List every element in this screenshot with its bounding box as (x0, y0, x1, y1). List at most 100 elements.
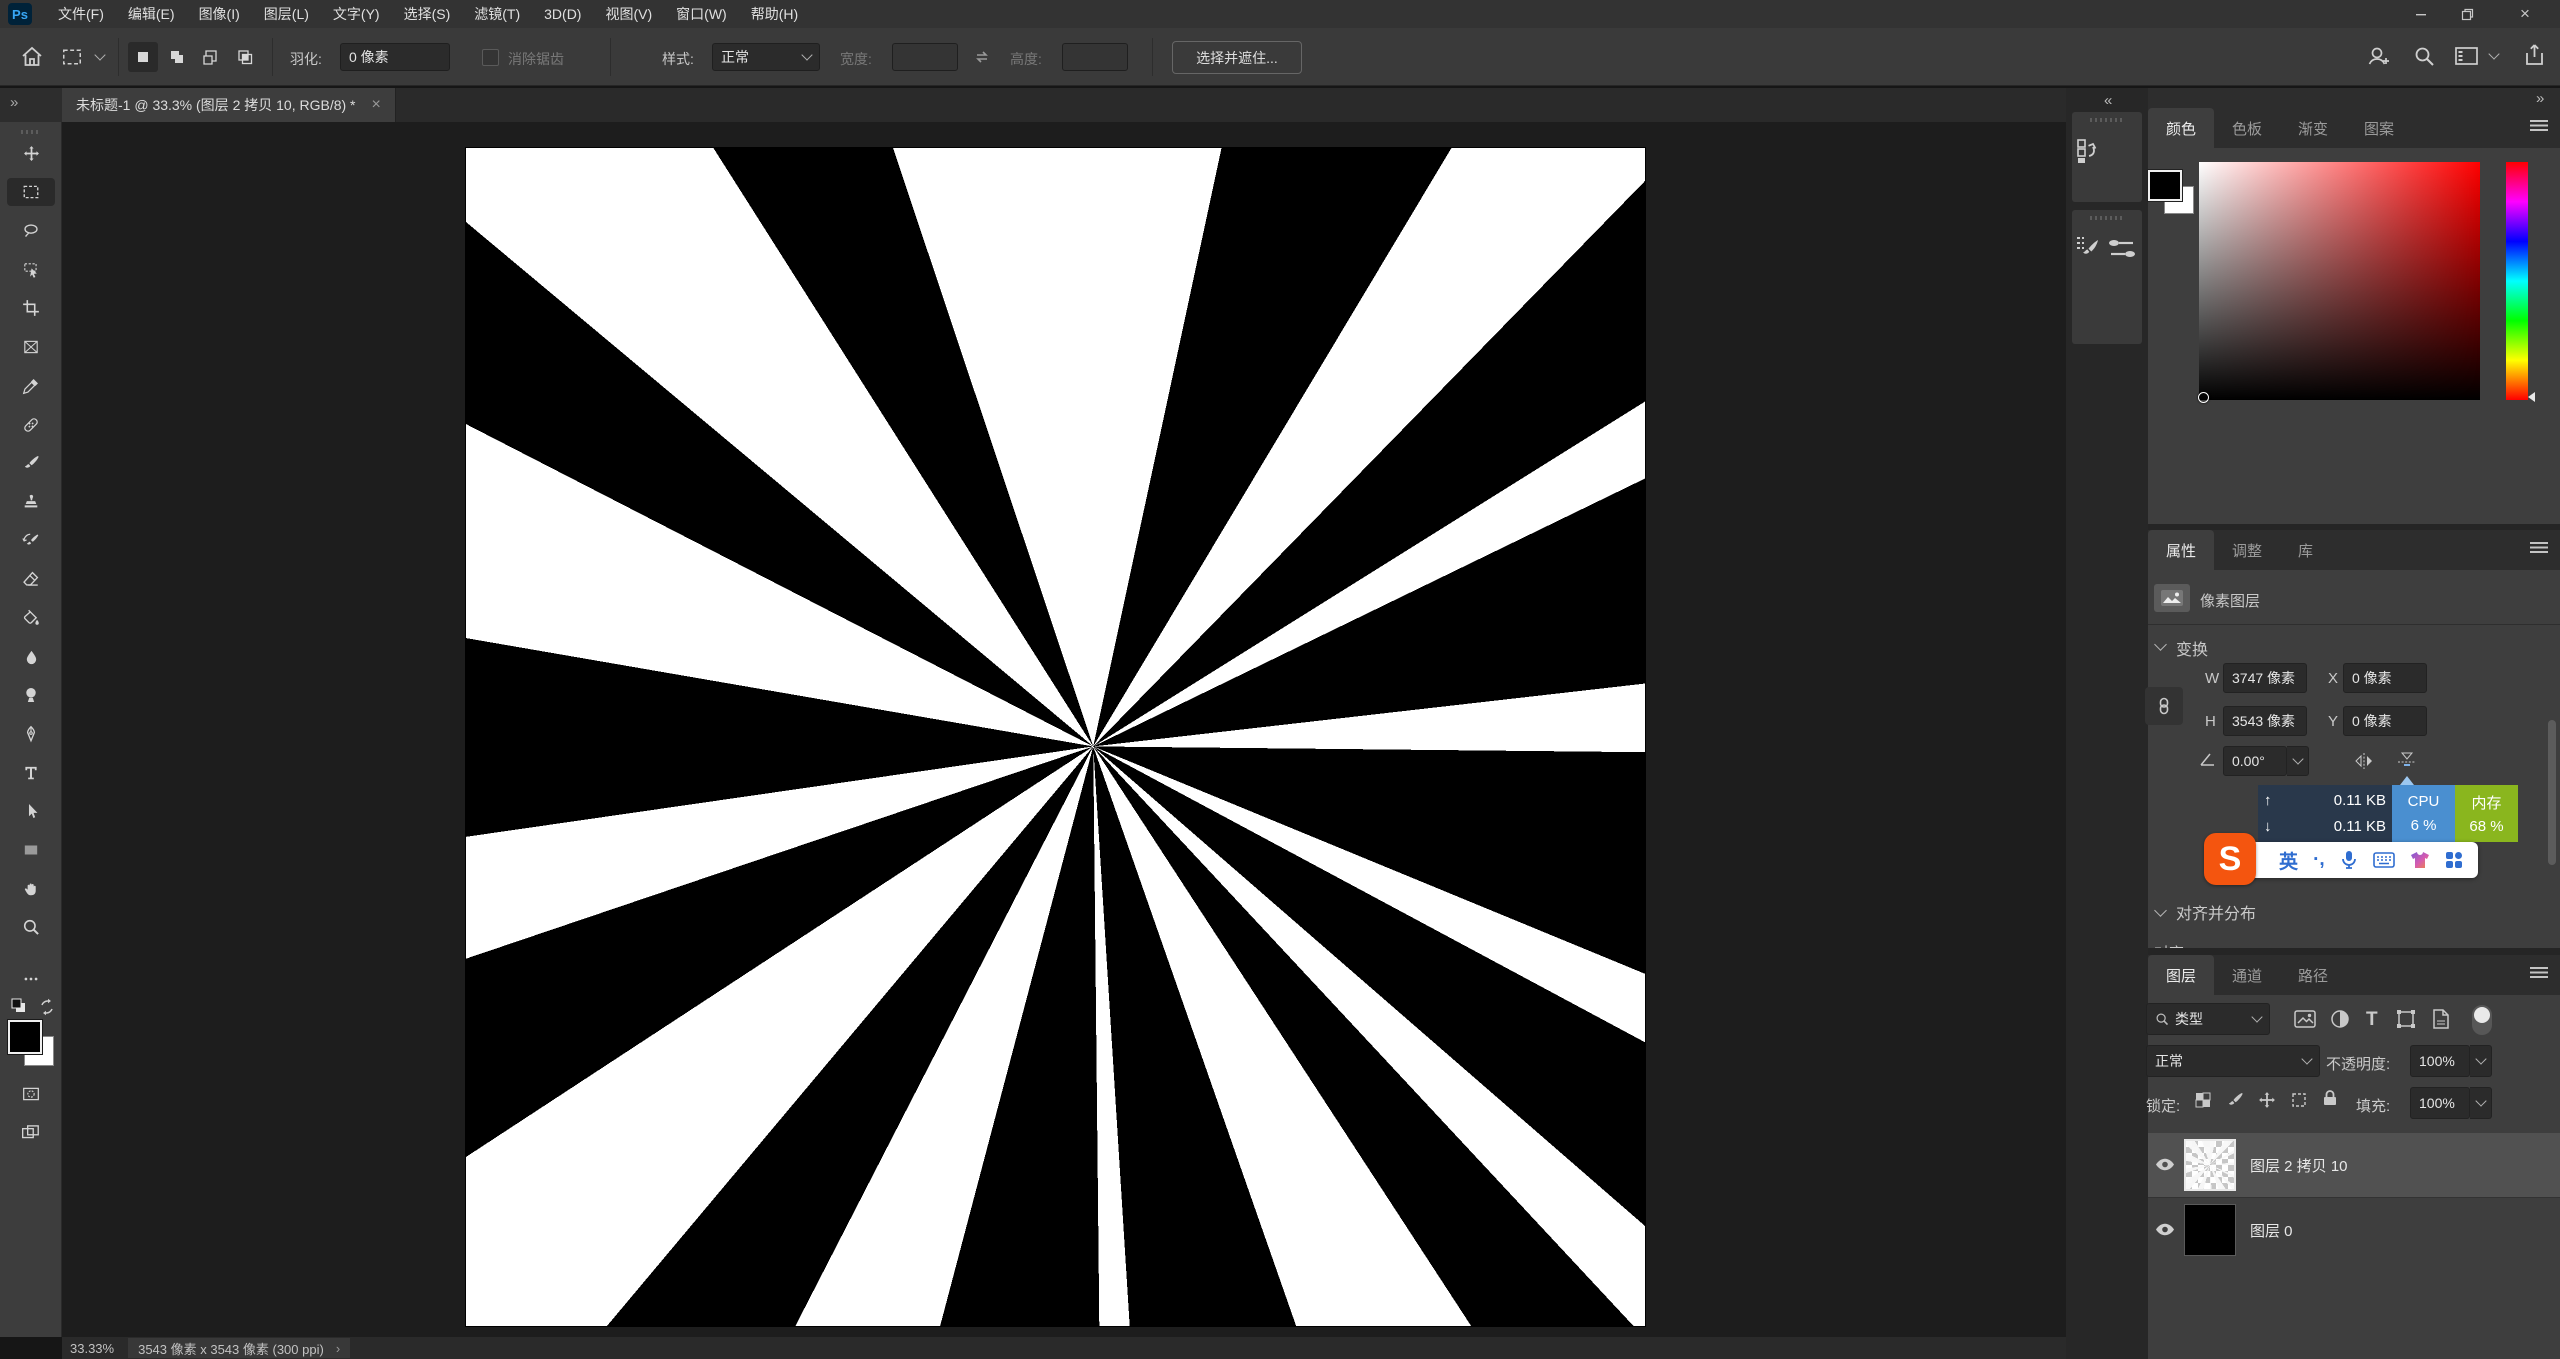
filter-smart-objects-icon[interactable] (2432, 1009, 2450, 1029)
layer-thumbnail-starburst[interactable] (2184, 1139, 2236, 1191)
visibility-eye-icon[interactable] (2148, 1223, 2182, 1236)
dock-collapse-icon[interactable]: « (2104, 92, 2112, 109)
minimize-button[interactable] (2398, 0, 2444, 28)
width-input[interactable] (892, 43, 958, 71)
lock-pixels-icon[interactable] (2226, 1091, 2244, 1109)
lock-artboard-icon[interactable] (2290, 1091, 2308, 1109)
zoom-level[interactable]: 33.33% (70, 1341, 114, 1356)
add-user-icon[interactable] (2366, 44, 2390, 68)
dock-grip[interactable] (2090, 216, 2124, 220)
quick-mask-icon[interactable] (17, 1080, 45, 1108)
hue-slider-marker[interactable] (2528, 392, 2535, 402)
tab-通道[interactable]: 通道 (2214, 955, 2280, 995)
height-value-field[interactable]: 3543 像素 (2223, 706, 2307, 736)
document-tab[interactable]: 未标题-1 @ 33.3% (图层 2 拷贝 10, RGB/8) * × (62, 88, 396, 122)
menu-item[interactable]: 文件(F) (46, 0, 116, 28)
tab-库[interactable]: 库 (2280, 530, 2331, 570)
angle-dropdown[interactable] (2287, 746, 2309, 776)
microphone-icon[interactable] (2340, 850, 2358, 870)
tool-rectangle-shape[interactable] (17, 836, 45, 864)
tool-rectangular-marquee[interactable] (7, 178, 55, 206)
transform-section-chevron-icon[interactable] (2154, 638, 2167, 651)
screen-mode-icon[interactable] (17, 1118, 45, 1146)
toolbox-grid-icon[interactable] (2445, 851, 2463, 869)
fill-field[interactable]: 100% (2410, 1087, 2470, 1119)
menu-item[interactable]: 滤镜(T) (462, 0, 532, 28)
filter-type-layers-icon[interactable]: T (2366, 1009, 2378, 1031)
style-select[interactable]: 正常 (712, 43, 820, 71)
network-speed-widget[interactable]: ↑0.11 KB ↓0.11 KB (2258, 785, 2392, 842)
menu-item[interactable]: 编辑(E) (116, 0, 187, 28)
tool-preset-picker[interactable] (60, 45, 104, 69)
color-picker-marker[interactable] (2198, 392, 2209, 403)
menu-item[interactable]: 选择(S) (392, 0, 463, 28)
close-tab-icon[interactable]: × (372, 96, 381, 114)
layer-thumbnail-black[interactable] (2184, 1204, 2236, 1256)
share-icon[interactable] (2522, 43, 2547, 68)
panel-foreground-swatch[interactable] (2148, 170, 2182, 201)
y-value-field[interactable]: 0 像素 (2343, 706, 2427, 736)
tab-渐变[interactable]: 渐变 (2280, 108, 2346, 148)
selection-mode-add[interactable] (162, 42, 192, 72)
blend-mode-select[interactable]: 正常 (2146, 1045, 2320, 1077)
canvas-starburst[interactable] (466, 148, 1645, 1326)
rotation-angle-field[interactable]: 0.00° (2223, 746, 2287, 776)
feather-input[interactable]: 0 像素 (340, 43, 450, 71)
flip-horizontal-icon[interactable] (2354, 752, 2374, 770)
tool-eraser[interactable] (17, 565, 45, 593)
saturation-brightness-field[interactable] (2199, 162, 2480, 400)
layers-panel-menu-icon[interactable] (2530, 967, 2548, 978)
toolbar-grip[interactable] (21, 130, 41, 134)
filter-pixel-layers-icon[interactable] (2294, 1009, 2316, 1029)
skin-shirt-icon[interactable] (2410, 851, 2430, 869)
default-colors-icon[interactable] (10, 998, 30, 1016)
keyboard-icon[interactable] (2373, 852, 2395, 868)
tool-path-selection[interactable] (17, 797, 45, 825)
tab-属性[interactable]: 属性 (2148, 530, 2214, 570)
tab-调整[interactable]: 调整 (2214, 530, 2280, 570)
link-dimensions-button[interactable] (2145, 687, 2183, 725)
menu-item[interactable]: 图层(L) (252, 0, 321, 28)
select-and-mask-button[interactable]: 选择并遮住... (1172, 41, 1302, 74)
workspace-switcher[interactable] (2454, 44, 2498, 68)
tool-paint-bucket[interactable] (17, 604, 45, 632)
hue-slider[interactable] (2506, 162, 2528, 400)
sogou-logo[interactable]: S (2204, 833, 2256, 885)
toolbar-expand-icon[interactable]: » (10, 94, 18, 111)
anti-alias-checkbox[interactable] (482, 49, 499, 66)
foreground-color-swatch[interactable] (8, 1020, 42, 1054)
punctuation-mode-button[interactable]: ·, (2313, 849, 2325, 871)
align-section-chevron-icon[interactable] (2154, 904, 2167, 917)
tool-object-selection[interactable] (17, 256, 45, 284)
memory-widget[interactable]: 内存 68 % (2455, 785, 2518, 842)
close-button[interactable]: × (2490, 0, 2560, 28)
menu-item[interactable]: 窗口(W) (664, 0, 739, 28)
tool-blur[interactable] (17, 643, 45, 671)
layer-name[interactable]: 图层 0 (2250, 1198, 2293, 1262)
properties-scrollbar[interactable] (2548, 720, 2556, 865)
width-value-field[interactable]: 3747 像素 (2223, 663, 2307, 693)
home-icon[interactable] (20, 45, 44, 69)
filter-shape-layers-icon[interactable] (2396, 1009, 2416, 1029)
menu-item[interactable]: 视图(V) (593, 0, 664, 28)
layer-row-2[interactable]: 图层 0 (2148, 1198, 2560, 1262)
tab-图案[interactable]: 图案 (2346, 108, 2412, 148)
tool-eyedropper[interactable] (17, 372, 45, 400)
tool-zoom[interactable] (17, 913, 45, 941)
tool-lasso[interactable] (17, 217, 45, 245)
menu-item[interactable]: 文字(Y) (321, 0, 392, 28)
selection-mode-new[interactable] (128, 42, 158, 72)
tool-hand[interactable] (17, 875, 45, 903)
tab-路径[interactable]: 路径 (2280, 955, 2346, 995)
tool-history-brush[interactable] (17, 527, 45, 555)
menu-item[interactable]: 3D(D) (532, 0, 593, 28)
color-panel-menu-icon[interactable] (2530, 120, 2548, 131)
lock-position-icon[interactable] (2258, 1091, 2276, 1109)
tool-pen[interactable] (17, 720, 45, 748)
cpu-widget[interactable]: CPU 6 % (2392, 785, 2455, 842)
dock-grip[interactable] (2090, 118, 2124, 122)
flip-vertical-icon[interactable] (2396, 750, 2418, 770)
tool-frame[interactable] (17, 333, 45, 361)
filter-adjustment-layers-icon[interactable] (2330, 1009, 2350, 1029)
tool-crop[interactable] (17, 294, 45, 322)
